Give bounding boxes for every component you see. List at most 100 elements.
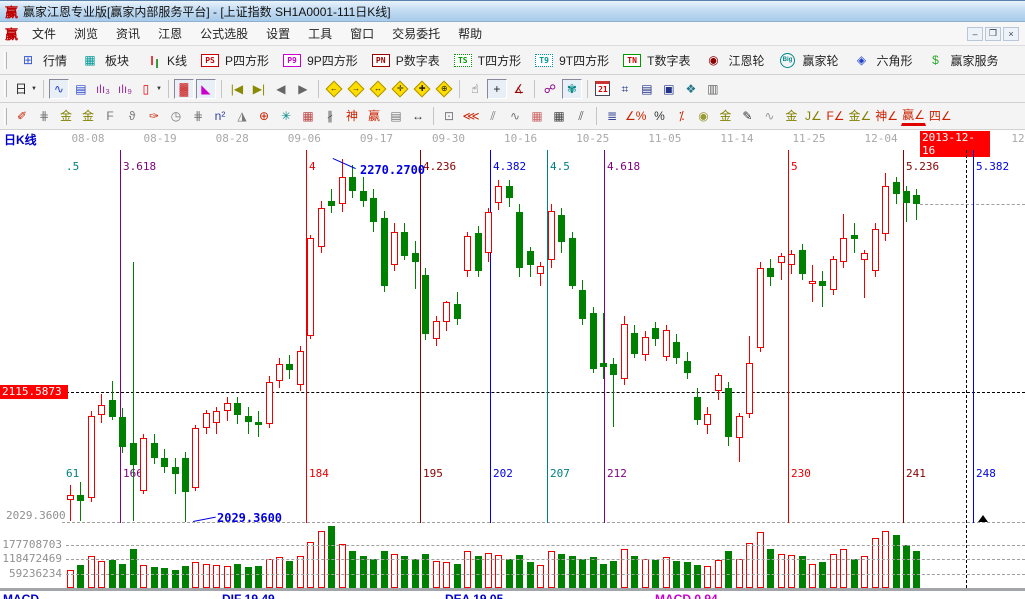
shen-stamp-icon[interactable]: 神	[342, 106, 362, 126]
winner-service-icon[interactable]: $	[926, 50, 946, 70]
mdi-restore-button[interactable]: ❐	[985, 27, 1001, 41]
toolbar-button-winner-service[interactable]: $赢家服务	[919, 48, 1005, 72]
pct-line-red-icon[interactable]: ⁒	[671, 106, 691, 126]
pct-icon[interactable]: %	[649, 106, 669, 126]
tool-pc-icon[interactable]: ▥	[703, 79, 723, 99]
diamond-compress-icon[interactable]: ↔	[368, 79, 388, 99]
span-arrows-icon[interactable]: ↔	[408, 106, 428, 126]
menu-item-2[interactable]: 资讯	[107, 23, 149, 44]
comb-a-icon[interactable]: ⋕	[34, 106, 54, 126]
bars-9-icon[interactable]: ılı₉	[115, 79, 135, 99]
menu-item-3[interactable]: 江恩	[149, 23, 191, 44]
diamond-shift-left-icon[interactable]: ←	[324, 79, 344, 99]
hand-tool-icon[interactable]: ☝	[465, 79, 485, 99]
mirror-a-icon[interactable]: ◮	[232, 106, 252, 126]
menu-item-8[interactable]: 交易委托	[383, 23, 449, 44]
diamond-full-icon[interactable]: ⊕	[434, 79, 454, 99]
draw-pick-icon[interactable]: ✐	[12, 106, 32, 126]
diamond-shift-right-icon[interactable]: →	[346, 79, 366, 99]
period-day-icon[interactable]: 日▼	[12, 79, 38, 99]
diamond-expand-icon[interactable]: ✛	[390, 79, 410, 99]
ink-brush-icon[interactable]: ✎	[737, 106, 757, 126]
candle-style-icon[interactable]: ▯▼	[137, 79, 163, 99]
profile-flag-icon[interactable]: ◣	[196, 79, 216, 99]
f-comb-icon[interactable]: F	[100, 106, 120, 126]
j-angle-icon[interactable]: J∠	[803, 106, 823, 126]
ying-stamp-icon[interactable]: 赢	[364, 106, 384, 126]
gold-plain-icon[interactable]: 金	[781, 106, 801, 126]
kline-chart-area[interactable]: 日K线 08-0808-1908-2809-0609-1709-3010-161…	[0, 130, 1025, 599]
toolbar-button-pn-table[interactable]: PNP数字表	[364, 48, 446, 72]
quote-page-icon[interactable]: ▤	[71, 79, 91, 99]
grid-red-icon[interactable]: ▦	[298, 106, 318, 126]
first-page-icon[interactable]: |◀	[227, 79, 247, 99]
calendar-21-icon[interactable]: 21	[593, 79, 613, 99]
box-frame-icon[interactable]: ⊡	[439, 106, 459, 126]
calculator-icon[interactable]: ⌗	[615, 79, 635, 99]
protractor-tool-icon[interactable]: ∡	[509, 79, 529, 99]
indicator-name[interactable]: MACD	[3, 592, 39, 599]
menu-item-5[interactable]: 设置	[257, 23, 299, 44]
t9-square-icon[interactable]: T9	[534, 50, 554, 70]
mdi-close-button[interactable]: ×	[1003, 27, 1019, 41]
diamond-cross-icon[interactable]: ✚	[412, 79, 432, 99]
clock-icon[interactable]: ◷	[166, 106, 186, 126]
toolbar-button-gann-wheel[interactable]: ◉江恩轮	[696, 48, 770, 72]
zigzag-line-icon[interactable]: ∿	[49, 79, 69, 99]
pn-table-icon[interactable]: PN	[371, 50, 391, 70]
gann-wheel-icon[interactable]: ◉	[703, 50, 723, 70]
wave-v-icon[interactable]: ∿	[505, 106, 525, 126]
spiral-icon[interactable]: ϑ	[122, 106, 142, 126]
shen-angle-icon[interactable]: 神∠	[874, 106, 899, 126]
hexagon-icon[interactable]: ◈	[852, 50, 872, 70]
gann-grid-tool-icon[interactable]: ☍	[540, 79, 560, 99]
menu-item-6[interactable]: 工具	[299, 23, 341, 44]
n2-icon[interactable]: n²	[210, 106, 230, 126]
gold-seal-a-icon[interactable]: 金	[56, 106, 76, 126]
wave-overlay-icon[interactable]: ∿	[759, 106, 779, 126]
ts-square-icon[interactable]: TS	[453, 50, 473, 70]
order-pad-icon[interactable]: ▤	[637, 79, 657, 99]
tn-table-icon[interactable]: TN	[622, 50, 642, 70]
menu-item-0[interactable]: 文件	[23, 23, 65, 44]
gold-seal-b-icon[interactable]: 金	[78, 106, 98, 126]
menu-item-7[interactable]: 窗口	[341, 23, 383, 44]
remote-pc-icon[interactable]: ❖	[681, 79, 701, 99]
star-teal-icon[interactable]: ✳	[276, 106, 296, 126]
menu-item-4[interactable]: 公式选股	[191, 23, 257, 44]
menu-item-9[interactable]: 帮助	[449, 23, 491, 44]
gold-ring-icon[interactable]: ◉	[693, 106, 713, 126]
toolbar-button-t9-square[interactable]: T99T四方形	[527, 48, 615, 72]
menu-item-1[interactable]: 浏览	[65, 23, 107, 44]
pick-red-icon[interactable]: ✑	[144, 106, 164, 126]
toolbar-button-p9-square[interactable]: P99P四方形	[275, 48, 364, 72]
grid-ruler-icon[interactable]: ▤	[386, 106, 406, 126]
quote-table-icon[interactable]: ⊞	[18, 50, 38, 70]
toolbar-button-ps-square[interactable]: PSP四方形	[193, 48, 275, 72]
toolbar-button-winner-wheel[interactable]: Big赢家轮	[770, 48, 844, 72]
k-marks-icon[interactable]: ∦	[320, 106, 340, 126]
chip-dist-icon[interactable]: ▓	[174, 79, 194, 99]
save-disk-icon[interactable]: ▣	[659, 79, 679, 99]
toolbar-button-sector-blocks[interactable]: ▦板块	[73, 48, 135, 72]
grid-black-icon[interactable]: ▦	[549, 106, 569, 126]
gold-flat-icon[interactable]: 金	[715, 106, 735, 126]
sector-blocks-icon[interactable]: ▦	[80, 50, 100, 70]
kline-candle-icon[interactable]: ❙	[142, 50, 162, 70]
f-angle-icon[interactable]: F∠	[825, 106, 845, 126]
ps-square-icon[interactable]: PS	[200, 50, 220, 70]
mdi-minimize-button[interactable]: –	[967, 27, 983, 41]
toolbar-button-ts-square[interactable]: TST四方形	[446, 48, 527, 72]
prev-bar-icon[interactable]: ◀	[271, 79, 291, 99]
comb-b-icon[interactable]: ⋕	[188, 106, 208, 126]
parallel-icon[interactable]: ⫽	[571, 106, 591, 126]
ying-angle-icon[interactable]: 赢∠	[901, 106, 926, 126]
toolbar-button-tn-table[interactable]: TNT数字表	[615, 48, 696, 72]
next-bar-icon[interactable]: ▶	[293, 79, 313, 99]
si-angle-icon[interactable]: 四∠	[928, 106, 953, 126]
toolbar-button-kline-candle[interactable]: ❙K线	[135, 48, 193, 72]
winner-wheel-icon[interactable]: Big	[777, 50, 797, 70]
analysis-brain-icon[interactable]: ✾	[562, 79, 582, 99]
toolbar-button-hexagon[interactable]: ◈六角形	[845, 48, 919, 72]
grid-red2-icon[interactable]: ▦	[527, 106, 547, 126]
